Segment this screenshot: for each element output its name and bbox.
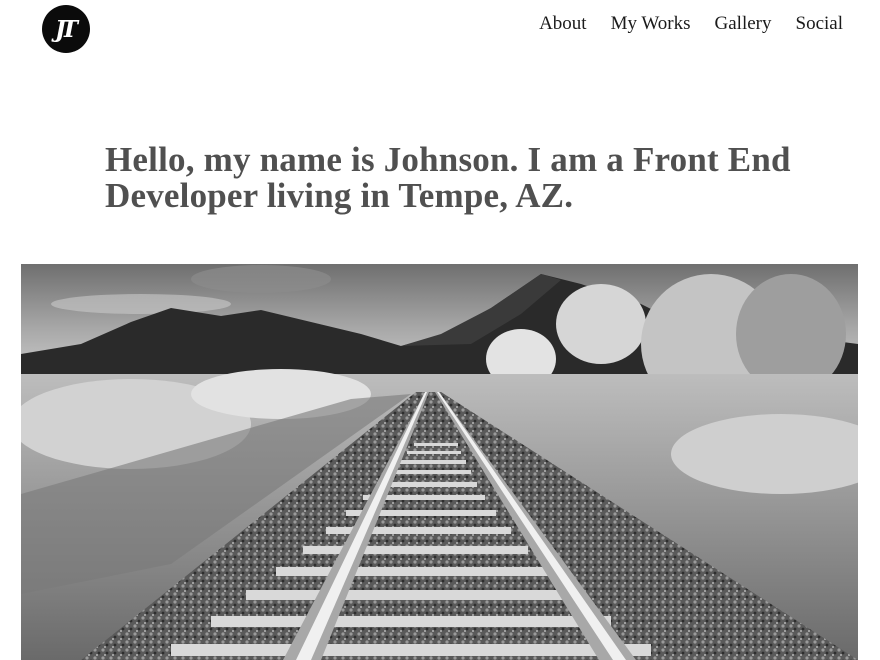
nav-gallery-link[interactable]: Gallery xyxy=(715,13,772,35)
site-logo[interactable]: JT xyxy=(42,5,90,53)
main-nav: About My Works Gallery Social xyxy=(539,13,843,35)
nav-my-works-link[interactable]: My Works xyxy=(611,13,691,35)
nav-about-link[interactable]: About xyxy=(539,13,587,35)
hero-image xyxy=(21,264,858,660)
intro-headline: Hello, my name is Johnson. I am a Front … xyxy=(105,140,791,215)
railroad-photo xyxy=(21,264,858,660)
nav-social-link[interactable]: Social xyxy=(796,13,844,35)
